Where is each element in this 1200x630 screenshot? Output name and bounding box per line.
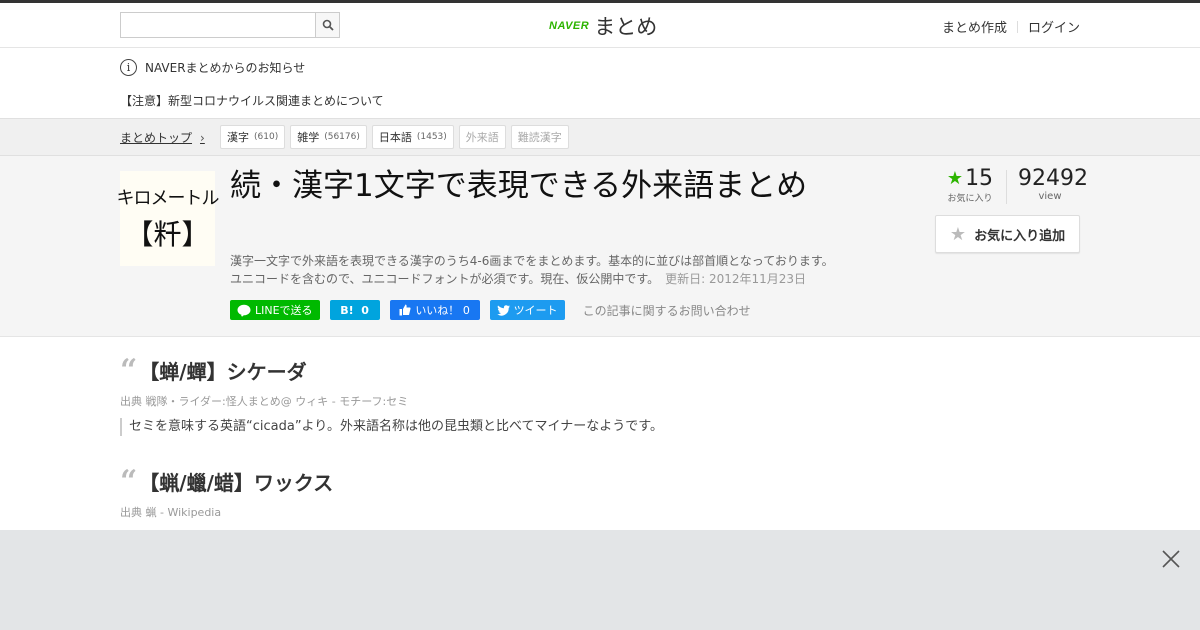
logo-brand: NAVER bbox=[549, 20, 590, 32]
twitter-bird-icon bbox=[496, 304, 510, 316]
favorites-counter: ★ 15 お気に入り bbox=[940, 166, 1000, 204]
item-body: セミを意味する英語“cicada”より。外来語名称は他の昆虫類と比べてマイナーな… bbox=[120, 418, 663, 436]
site-header: NAVER まとめ まとめ作成 ログイン bbox=[0, 3, 1200, 48]
line-icon bbox=[237, 304, 251, 317]
tag-count: (1453) bbox=[416, 132, 447, 142]
social-share-bar: LINEで送る B! 0 いいね！ 0 ツイート この記事に関するお問い合わせ bbox=[230, 300, 751, 320]
facebook-like-count: 0 bbox=[462, 303, 470, 317]
nav-divider bbox=[1016, 20, 1018, 33]
hatena-count: 0 bbox=[361, 303, 369, 317]
article-thumbnail: キロメートル 【粁】 bbox=[117, 171, 220, 266]
item-source[interactable]: 出典 戦隊・ライダー:怪人まとめ@ ウィキ - モチーフ:セミ bbox=[120, 393, 663, 409]
search-icon bbox=[322, 19, 334, 31]
quote-icon: “ bbox=[120, 463, 138, 499]
tag-nandoku-kanji[interactable]: 難読漢字 bbox=[510, 125, 569, 149]
article-title: 続・漢字1文字で表現できる外来語まとめ bbox=[230, 168, 808, 204]
updated-date: 更新日: 2012年11月23日 bbox=[665, 272, 807, 286]
favorites-label: お気に入り bbox=[947, 194, 993, 204]
tag-label: 漢字 bbox=[227, 131, 249, 144]
star-icon: ★ bbox=[946, 168, 964, 189]
tag-label: 難読漢字 bbox=[517, 131, 562, 144]
search-box bbox=[120, 12, 340, 38]
breadcrumb-top-link[interactable]: まとめトップ › bbox=[120, 129, 205, 146]
view-count: 92492 bbox=[1018, 166, 1088, 191]
list-item: “【蝋/蠟/蜡】ワックス 出典 蝋 - Wikipedia bbox=[120, 463, 334, 520]
close-icon[interactable] bbox=[1160, 548, 1182, 570]
tag-nihongo[interactable]: 日本語 (1453) bbox=[371, 125, 454, 149]
notice-section: i NAVERまとめからのお知らせ 【注意】新型コロナウイルス関連まとめについて bbox=[0, 48, 1200, 118]
bottom-ad-overlay bbox=[0, 530, 1200, 630]
chevron-right-icon: › bbox=[200, 130, 205, 145]
tag-gairaigo[interactable]: 外来語 bbox=[458, 125, 506, 149]
hatena-bookmark-button[interactable]: B! 0 bbox=[329, 300, 380, 320]
tag-label: 日本語 bbox=[378, 131, 412, 144]
tag-count: (610) bbox=[254, 132, 279, 142]
description-line-1: 漢字一文字で外来語を表現できる漢字のうち4-6画までをまとめます。基本的に並びは… bbox=[230, 254, 834, 268]
header-nav: まとめ作成 ログイン bbox=[942, 17, 1080, 36]
search-input[interactable] bbox=[120, 12, 315, 38]
tag-label: 外来語 bbox=[465, 131, 499, 144]
notice-link[interactable]: 【注意】新型コロナウイルス関連まとめについて bbox=[120, 92, 384, 109]
star-icon: ★ bbox=[949, 223, 967, 245]
info-icon: i bbox=[120, 59, 137, 76]
tweet-label: ツイート bbox=[513, 304, 558, 317]
thumbs-up-icon bbox=[399, 304, 411, 316]
list-item: “【蝉/蟬】シケーダ 出典 戦隊・ライダー:怪人まとめ@ ウィキ - モチーフ:… bbox=[120, 352, 663, 436]
thumbnail-text-top: キロメートル bbox=[116, 188, 220, 209]
logo-name: まとめ bbox=[594, 15, 658, 39]
view-label: view bbox=[1038, 191, 1062, 202]
stats-divider bbox=[1006, 170, 1007, 204]
facebook-like-label: いいね！ bbox=[415, 304, 460, 317]
breadcrumb: まとめトップ › 漢字 (610) 雑学 (56176) 日本語 (1453) 外来語… bbox=[0, 118, 1200, 156]
hatena-icon: B! bbox=[340, 303, 354, 317]
notice-title: NAVERまとめからのお知らせ bbox=[145, 61, 306, 75]
item-heading-text: 【蝉/蟬】シケーダ bbox=[139, 360, 307, 384]
line-share-label: LINEで送る bbox=[255, 304, 313, 317]
tweet-button[interactable]: ツイート bbox=[489, 300, 565, 320]
quote-icon: “ bbox=[120, 352, 138, 388]
tag-zatsugaku[interactable]: 雑学 (56176) bbox=[290, 125, 367, 149]
login-link[interactable]: ログイン bbox=[1028, 17, 1080, 36]
item-heading: “【蝋/蠟/蜡】ワックス bbox=[120, 463, 334, 499]
item-heading: “【蝉/蟬】シケーダ bbox=[120, 352, 663, 388]
facebook-like-button[interactable]: いいね！ 0 bbox=[389, 300, 480, 320]
site-logo[interactable]: NAVER まとめ bbox=[549, 11, 657, 41]
tag-kanji[interactable]: 漢字 (610) bbox=[220, 125, 286, 149]
tag-label: 雑学 bbox=[297, 131, 320, 144]
tag-count: (56176) bbox=[324, 132, 360, 142]
create-matome-link[interactable]: まとめ作成 bbox=[942, 17, 1007, 36]
add-favorite-label: お気に入り追加 bbox=[974, 228, 1066, 244]
tag-list: 漢字 (610) 雑学 (56176) 日本語 (1453) 外来語 難読漢字 bbox=[220, 125, 574, 149]
favorites-count: 15 bbox=[965, 166, 994, 191]
contact-link[interactable]: この記事に関するお問い合わせ bbox=[583, 302, 751, 319]
article-header: キロメートル 【粁】 続・漢字1文字で表現できる外来語まとめ 漢字一文字で外来語… bbox=[0, 156, 1200, 337]
thumbnail-text-bottom: 【粁】 bbox=[125, 218, 210, 251]
add-favorite-button[interactable]: ★ お気に入り追加 bbox=[935, 215, 1080, 253]
item-heading-text: 【蝋/蠟/蜡】ワックス bbox=[139, 471, 334, 495]
article-description: 漢字一文字で外来語を表現できる漢字のうち4-6画までをまとめます。基本的に並びは… bbox=[230, 252, 834, 288]
search-button[interactable] bbox=[315, 12, 340, 38]
line-share-button[interactable]: LINEで送る bbox=[230, 300, 320, 320]
description-line-2: ユニコードを含むので、ユニコードフォントが必須です。現在、仮公開中です。 bbox=[230, 272, 660, 286]
notice-title-row: i NAVERまとめからのお知らせ bbox=[120, 59, 305, 76]
breadcrumb-top-label: まとめトップ bbox=[120, 131, 193, 145]
view-counter: 92492 view bbox=[1018, 166, 1088, 202]
item-source[interactable]: 出典 蝋 - Wikipedia bbox=[120, 504, 333, 520]
